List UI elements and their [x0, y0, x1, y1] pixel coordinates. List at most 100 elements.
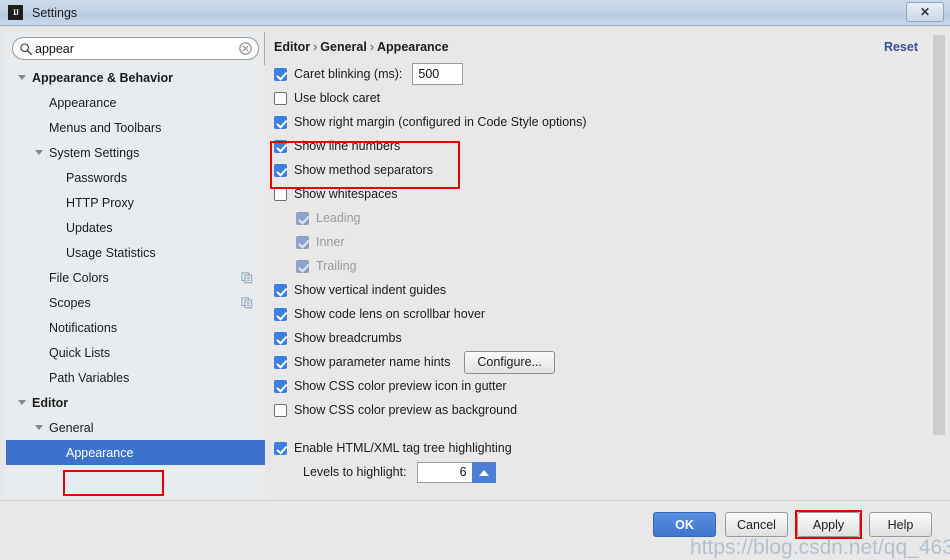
checkbox-show-method-separators[interactable] — [274, 163, 287, 177]
sidebar-item-appearance-behavior[interactable]: Appearance & Behavior — [6, 65, 265, 90]
sidebar-item-notifications[interactable]: Notifications — [6, 315, 265, 340]
expand-collapse-icon[interactable] — [18, 400, 26, 405]
sidebar-item-label: Passwords — [66, 170, 128, 185]
configure-button[interactable]: Configure... — [464, 350, 555, 374]
close-window-button[interactable]: ✕ — [906, 2, 944, 22]
option-row-trailing[interactable]: Trailing — [274, 254, 944, 278]
spinner-up-icon[interactable] — [471, 461, 496, 483]
option-row-show-code-lens-on-scrollbar-hover[interactable]: Show code lens on scrollbar hover — [274, 302, 944, 326]
option-row-show-css-color-preview-icon-in-gutter[interactable]: Show CSS color preview icon in gutter — [274, 374, 944, 398]
option-row-show-vertical-indent-guides[interactable]: Show vertical indent guides — [274, 278, 944, 302]
option-row-inner[interactable]: Inner — [274, 230, 944, 254]
sidebar-item-label: Scopes — [49, 295, 91, 310]
option-label-show-code-lens-on-scrollbar-hover: Show code lens on scrollbar hover — [294, 307, 486, 321]
sidebar-item-menus-and-toolbars[interactable]: Menus and Toolbars — [6, 115, 265, 140]
option-row-show-breadcrumbs[interactable]: Show breadcrumbs — [274, 326, 944, 350]
option-row-use-block-caret[interactable]: Use block caret — [274, 86, 944, 110]
breadcrumb-leaf: Appearance — [377, 40, 449, 54]
settings-tree[interactable]: Appearance & Behavior Appearance Menus and… — [6, 65, 265, 515]
spinner-value[interactable]: 6 — [416, 461, 472, 483]
sidebar-item-appearance[interactable]: Appearance — [6, 90, 265, 115]
sidebar-item-label: Appearance — [49, 95, 117, 110]
breadcrumb-root[interactable]: Editor — [274, 40, 310, 54]
sidebar-item-passwords[interactable]: Passwords — [6, 165, 265, 190]
content-scrollbar[interactable] — [933, 32, 945, 515]
expand-collapse-icon[interactable] — [35, 150, 43, 155]
checkbox-show-css-color-preview-as-background[interactable] — [274, 403, 287, 417]
option-label-levels-to-highlight: Levels to highlight: — [303, 465, 407, 479]
spinner-levels-to-highlight[interactable]: 6 — [416, 461, 496, 483]
sidebar-item-label: Updates — [66, 220, 113, 235]
sidebar-item-editor[interactable]: Editor — [6, 390, 265, 415]
checkbox-show-right-margin-configured-in-code-style-options[interactable] — [274, 115, 287, 129]
sidebar-item-label: File Colors — [49, 270, 109, 285]
option-row-enable-html-xml-tag-tree-highlighting[interactable]: Enable HTML/XML tag tree highlighting — [274, 436, 944, 460]
option-row-spacer — [274, 422, 944, 436]
option-label-inner: Inner — [316, 235, 345, 249]
copy-icon[interactable] — [241, 296, 253, 309]
sidebar-item-label: Menus and Toolbars — [49, 120, 162, 135]
option-row-show-css-color-preview-as-background[interactable]: Show CSS color preview as background — [274, 398, 944, 422]
sidebar-item-label: Appearance & Behavior — [32, 70, 174, 85]
expand-collapse-icon[interactable] — [35, 425, 43, 430]
checkbox-show-whitespaces[interactable] — [274, 187, 287, 201]
checkbox-show-css-color-preview-icon-in-gutter[interactable] — [274, 379, 287, 393]
option-label-use-block-caret: Use block caret — [294, 91, 381, 105]
option-row-caret-blinking-ms[interactable]: Caret blinking (ms): 500 — [274, 62, 944, 86]
input-caret-blinking-ms[interactable]: 500 — [412, 63, 464, 85]
sidebar-item-http-proxy[interactable]: HTTP Proxy — [6, 190, 265, 215]
checkbox-show-vertical-indent-guides[interactable] — [274, 283, 287, 297]
copy-icon[interactable] — [241, 271, 253, 284]
sidebar-item-appearance[interactable]: Appearance — [6, 440, 265, 465]
sidebar-item-general[interactable]: General — [6, 415, 265, 440]
option-row-show-parameter-name-hints[interactable]: Show parameter name hints Configure... — [274, 350, 944, 374]
settings-sidebar: Appearance & Behavior Appearance Menus and… — [6, 32, 265, 515]
sidebar-item-scopes[interactable]: Scopes — [6, 290, 265, 315]
search-input[interactable] — [35, 41, 239, 56]
window-title-bar: IJ Settings ✕ — [0, 0, 950, 26]
search-field-wrapper — [12, 37, 259, 60]
checkbox-show-line-numbers[interactable] — [274, 139, 287, 153]
cancel-button[interactable]: Cancel — [725, 512, 788, 537]
option-label-show-right-margin-configured-in-code-style-options: Show right margin (configured in Code St… — [294, 115, 587, 129]
breadcrumb-separator-2: › — [369, 40, 375, 54]
option-row-show-right-margin-configured-in-code-style-options[interactable]: Show right margin (configured in Code St… — [274, 110, 944, 134]
sidebar-item-label: Appearance — [66, 445, 134, 460]
sidebar-item-label: Quick Lists — [49, 345, 111, 360]
sidebar-item-quick-lists[interactable]: Quick Lists — [6, 340, 265, 365]
sidebar-item-path-variables[interactable]: Path Variables — [6, 365, 265, 390]
expand-collapse-icon[interactable] — [18, 75, 26, 80]
option-label-leading: Leading — [316, 211, 361, 225]
option-label-show-vertical-indent-guides: Show vertical indent guides — [294, 283, 447, 297]
sidebar-item-system-settings[interactable]: System Settings — [6, 140, 265, 165]
checkbox-show-breadcrumbs[interactable] — [274, 331, 287, 345]
checkbox-caret-blinking-ms[interactable] — [274, 67, 287, 81]
search-box[interactable] — [12, 37, 259, 60]
sidebar-item-updates[interactable]: Updates — [6, 215, 265, 240]
content-scrollbar-thumb[interactable] — [933, 35, 945, 435]
breadcrumb-middle[interactable]: General — [320, 40, 367, 54]
reset-link[interactable]: Reset — [884, 40, 918, 54]
sidebar-item-usage-statistics[interactable]: Usage Statistics — [6, 240, 265, 265]
help-button[interactable]: Help — [869, 512, 932, 537]
dialog-button-bar: OK Cancel Apply Help — [0, 500, 950, 547]
clear-search-icon[interactable] — [239, 42, 252, 55]
option-row-show-method-separators[interactable]: Show method separators — [274, 158, 944, 182]
option-row-show-whitespaces[interactable]: Show whitespaces — [274, 182, 944, 206]
checkbox-enable-html-xml-tag-tree-highlighting[interactable] — [274, 441, 287, 455]
option-label-trailing: Trailing — [316, 259, 357, 273]
sidebar-item-label: General — [49, 420, 94, 435]
ok-button[interactable]: OK — [653, 512, 716, 537]
intellij-logo-icon: IJ — [8, 5, 23, 20]
sidebar-item-file-colors[interactable]: File Colors — [6, 265, 265, 290]
checkbox-show-parameter-name-hints[interactable] — [274, 355, 287, 369]
option-label-show-parameter-name-hints: Show parameter name hints — [294, 355, 451, 369]
apply-button[interactable]: Apply — [797, 512, 860, 537]
option-label-enable-html-xml-tag-tree-highlighting: Enable HTML/XML tag tree highlighting — [294, 441, 512, 455]
settings-dialog: Appearance & Behavior Appearance Menus and… — [0, 26, 950, 559]
option-row-show-line-numbers[interactable]: Show line numbers — [274, 134, 944, 158]
checkbox-show-code-lens-on-scrollbar-hover[interactable] — [274, 307, 287, 321]
sidebar-item-label: Usage Statistics — [66, 245, 156, 260]
checkbox-use-block-caret[interactable] — [274, 91, 287, 105]
option-row-leading[interactable]: Leading — [274, 206, 944, 230]
